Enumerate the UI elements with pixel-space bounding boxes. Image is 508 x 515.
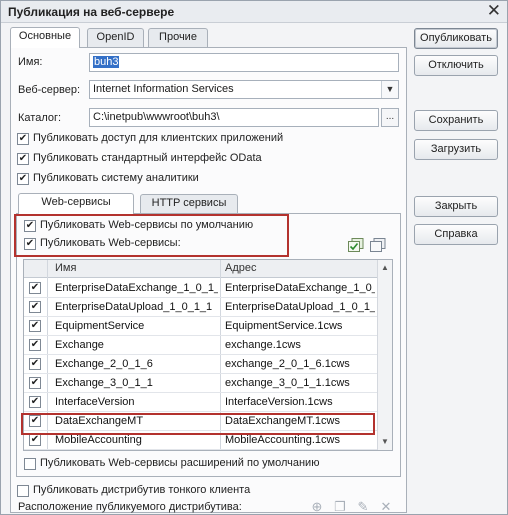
row-checkbox[interactable]: ✔ (29, 396, 41, 408)
catalog-label: Каталог: (18, 112, 62, 124)
ws-ext-default-checkbox[interactable] (24, 458, 36, 470)
row-name: EnterpriseDataUpload_1_0_1_1 (55, 301, 213, 313)
tab-main[interactable]: Основные (10, 27, 80, 48)
row-address: exchange_2_0_1_6.1cws (225, 358, 350, 370)
row-address: EnterpriseDataExchange_1_0_1_1.1cws (225, 282, 375, 294)
table-row[interactable]: ✔ Exchange exchange.1cws (24, 336, 377, 355)
row-checkbox[interactable]: ✔ (29, 320, 41, 332)
publication-dialog: Публикация на веб-сервере ✕ Основные Ope… (0, 0, 508, 515)
scroll-down-icon[interactable]: ▼ (378, 435, 392, 449)
distrib-location-label: Расположение публикуемого дистрибутива: (18, 501, 242, 513)
name-value: buh3 (93, 56, 120, 68)
unpublish-button[interactable]: Отключить (414, 55, 498, 76)
row-checkbox[interactable]: ✔ (29, 339, 41, 351)
title-bar: Публикация на веб-сервере ✕ (1, 1, 507, 23)
scroll-up-icon[interactable]: ▲ (378, 261, 392, 275)
table-row[interactable]: ✔ EnterpriseDataExchange_1_0_1_1 Enterpris… (24, 279, 377, 298)
publish-button[interactable]: Опубликовать (414, 28, 498, 49)
browse-dots: ... (385, 111, 395, 122)
row-name: Exchange_2_0_1_6 (55, 358, 153, 370)
row-checkbox[interactable]: ✔ (29, 377, 41, 389)
row-name: InterfaceVersion (55, 396, 135, 408)
tab-web-services[interactable]: Web-сервисы (18, 193, 134, 214)
help-button[interactable]: Справка (414, 224, 498, 245)
row-address: exchange.1cws (225, 339, 301, 351)
check-all-icon[interactable] (348, 238, 364, 252)
webserver-value: Internet Information Services (93, 83, 234, 95)
row-address: MobileAccounting.1cws (225, 434, 340, 446)
column-name-header[interactable]: Имя (55, 262, 76, 274)
browse-button[interactable]: ... (381, 108, 399, 127)
close-icon[interactable]: ✕ (487, 2, 501, 20)
webserver-select[interactable]: Internet Information Services ▼ (89, 80, 399, 99)
webserver-label: Веб-сервер: (18, 84, 81, 96)
row-name: MobileAccounting (55, 434, 142, 446)
thin-client-label: Публиковать дистрибутив тонкого клиента (33, 484, 251, 496)
close-button[interactable]: Закрыть (414, 196, 498, 217)
copy-icon[interactable]: ❐ (332, 499, 348, 515)
row-checkbox[interactable]: ✔ (29, 358, 41, 370)
row-address: EnterpriseDataUpload_1_0_1_1.1cws (225, 301, 375, 313)
row-address: exchange_3_0_1_1.1cws (225, 377, 350, 389)
row-name: Exchange (55, 339, 104, 351)
load-button[interactable]: Загрузить (414, 139, 498, 160)
chevron-down-icon[interactable]: ▼ (381, 81, 398, 98)
tab-openid-label: OpenID (96, 31, 135, 43)
window-title: Публикация на веб-сервере (8, 5, 175, 19)
delete-icon[interactable]: ✕ (378, 499, 394, 515)
tab-other-label: Прочие (159, 31, 197, 43)
table-scrollbar[interactable]: ▲ ▼ (377, 260, 392, 450)
table-row[interactable]: ✔ InterfaceVersion InterfaceVersion.1cws (24, 393, 377, 412)
name-label: Имя: (18, 56, 43, 68)
option-label-analytics: Публиковать систему аналитики (33, 172, 199, 184)
option-checkbox-odata[interactable]: ✔ (17, 153, 29, 165)
option-checkbox-clients[interactable]: ✔ (17, 133, 29, 145)
table-row[interactable]: ✔ EquipmentService EquipmentService.1cws (24, 317, 377, 336)
name-input[interactable]: buh3 (89, 53, 399, 72)
tab-other[interactable]: Прочие (148, 28, 208, 47)
ws-ext-default-label: Публиковать Web-сервисы расширений по ум… (40, 457, 320, 469)
add-icon[interactable]: ⊕ (309, 499, 325, 515)
tab-web-services-label: Web-сервисы (41, 196, 111, 208)
save-button[interactable]: Сохранить (414, 110, 498, 131)
tab-openid[interactable]: OpenID (87, 28, 144, 47)
option-checkbox-analytics[interactable]: ✔ (17, 173, 29, 185)
thin-client-checkbox[interactable] (17, 485, 29, 497)
table-row[interactable]: ✔ EnterpriseDataUpload_1_0_1_1 EnterpriseD… (24, 298, 377, 317)
tab-http-services-label: HTTP сервисы (151, 197, 227, 209)
tab-main-label: Основные (18, 30, 72, 42)
column-address-header[interactable]: Адрес (225, 262, 257, 274)
highlight-ws-options (14, 214, 289, 257)
row-checkbox[interactable]: ✔ (29, 434, 41, 446)
uncheck-all-icon[interactable] (370, 238, 386, 252)
row-name: EnterpriseDataExchange_1_0_1_1 (55, 282, 218, 294)
row-checkbox[interactable]: ✔ (29, 282, 41, 294)
table-row[interactable]: ✔ Exchange_3_0_1_1 exchange_3_0_1_1.1cws (24, 374, 377, 393)
tab-http-services[interactable]: HTTP сервисы (140, 194, 238, 213)
row-checkbox[interactable]: ✔ (29, 301, 41, 313)
catalog-input[interactable]: C:\inetpub\wwwroot\buh3\ (89, 108, 379, 127)
row-address: EquipmentService.1cws (225, 320, 343, 332)
row-address: InterfaceVersion.1cws (225, 396, 333, 408)
edit-icon[interactable]: ✎ (355, 499, 371, 515)
catalog-value: C:\inetpub\wwwroot\buh3\ (93, 111, 220, 123)
option-label-odata: Публиковать стандартный интерфейс OData (33, 152, 262, 164)
highlight-dataexchangemt-row (21, 413, 375, 435)
option-label-clients: Публиковать доступ для клиентских прилож… (33, 132, 284, 144)
table-row[interactable]: ✔ Exchange_2_0_1_6 exchange_2_0_1_6.1cws (24, 355, 377, 374)
row-name: EquipmentService (55, 320, 145, 332)
row-name: Exchange_3_0_1_1 (55, 377, 153, 389)
table-header: Имя Адрес (24, 260, 377, 278)
